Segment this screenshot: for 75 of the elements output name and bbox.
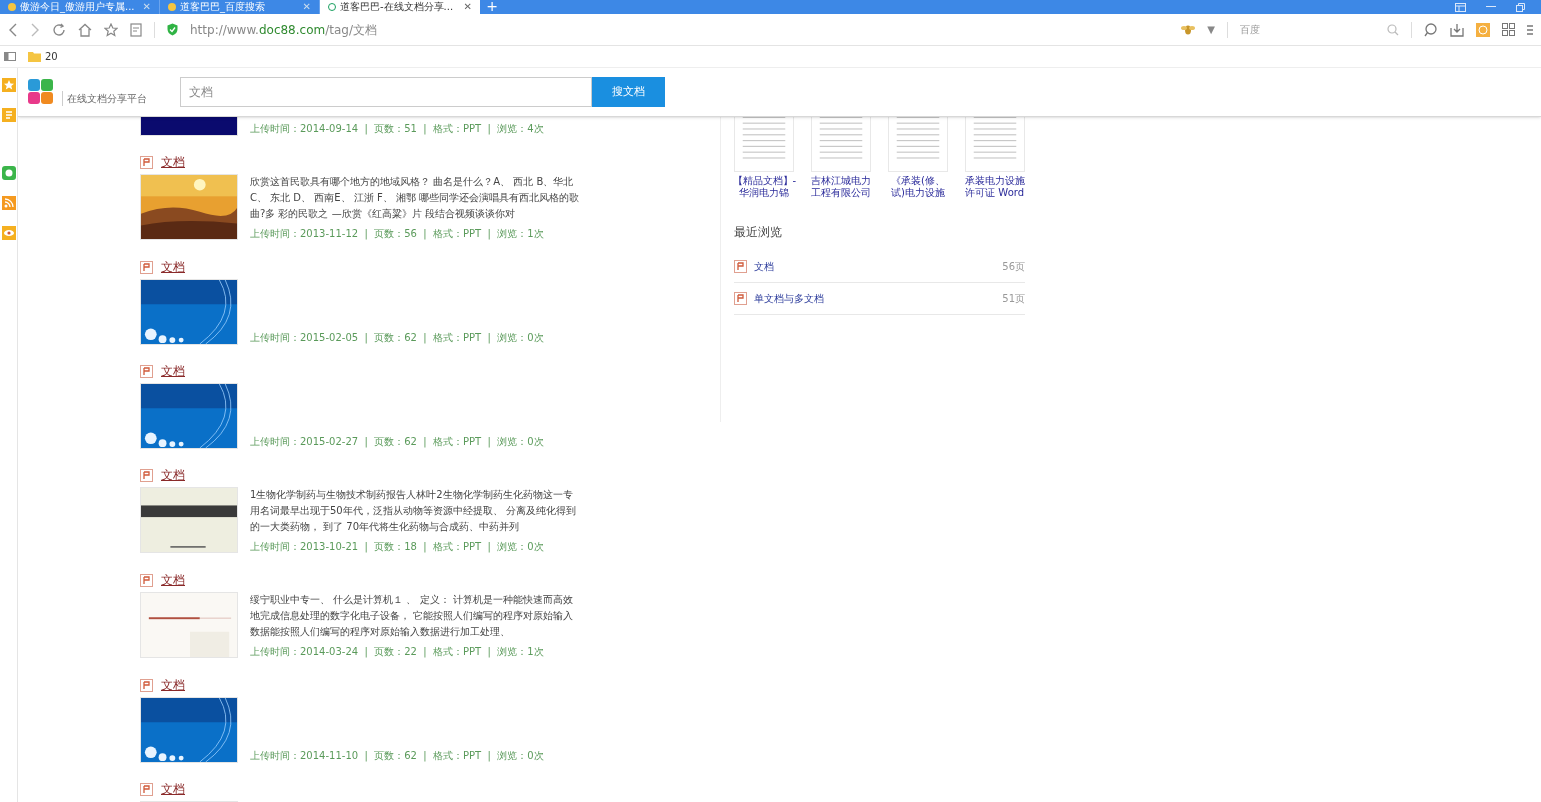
result-meta: 上传时间：2014-11-10 | 页数：62 | 格式：PPT | 浏览：0次	[250, 749, 545, 763]
page-count: 51页	[1002, 292, 1025, 306]
minimize-icon[interactable]	[1486, 6, 1496, 8]
document-icon	[140, 678, 153, 692]
menu-icon[interactable]	[1527, 23, 1533, 36]
back-icon[interactable]	[8, 22, 18, 37]
document-icon	[140, 468, 153, 482]
document-icon	[140, 364, 153, 378]
star-icon[interactable]	[1, 78, 16, 92]
caret-icon[interactable]: ▼	[1207, 22, 1215, 37]
result-description: 绥宁职业中专一、 什么是计算机１ 、 定义： 计算机是一种能快速而高效地完成信息处理的数字化电子设备， 它能按照人们编写的程序对原始输入数据能按照人们编写的程序对原始输入数据进行加工处理、	[250, 593, 575, 639]
search-icon[interactable]	[1387, 23, 1399, 36]
related-doc-title[interactable]: 【精品文档】-华润电力锦	[732, 175, 797, 199]
notes-icon[interactable]	[1, 108, 16, 122]
chat-icon[interactable]	[1, 166, 16, 180]
result-description: 1生物化学制药与生物技术制药报告人林叶2生物化学制药生化药物这一专用名词最早出现于50年代，泛指从动物等资源中经提取、 分离及纯化得到的一大类药物， 到了 70年代将生化药物与合成药、中药并列	[250, 488, 577, 534]
search-history-icon[interactable]	[1424, 22, 1438, 37]
rss-icon[interactable]	[1, 196, 16, 210]
tab-favicon-icon	[8, 3, 16, 11]
result-meta: 上传时间：2015-02-05 | 页数：62 | 格式：PPT | 浏览：0次	[250, 331, 545, 345]
restore-icon[interactable]	[1516, 2, 1525, 12]
new-tab-button[interactable]: +	[480, 0, 504, 14]
related-doc-title[interactable]: 承装电力设施许可证 Word	[962, 175, 1027, 199]
bee-icon[interactable]	[1181, 23, 1196, 36]
extension-icon[interactable]	[1476, 22, 1490, 37]
result-title-link[interactable]: 文档	[161, 466, 185, 484]
browser-tab[interactable]: 傲游今日_傲游用户专属... ✕	[0, 0, 160, 14]
sidebar-toggle-icon[interactable]	[4, 52, 16, 61]
document-icon	[734, 292, 747, 305]
home-icon[interactable]	[78, 22, 92, 37]
logo-icon[interactable]	[28, 79, 54, 105]
document-icon	[140, 782, 153, 796]
window-layout-icon[interactable]	[1455, 2, 1466, 12]
result-meta: 上传时间：2014-09-14 | 页数：51 | 格式：PPT | 浏览：4次	[250, 122, 545, 136]
result-meta: 上传时间：2013-10-21 | 页数：18 | 格式：PPT | 浏览：0次	[250, 540, 545, 554]
section-heading: 最近浏览	[734, 224, 783, 241]
reader-icon[interactable]	[130, 22, 142, 37]
address-field[interactable]: http://www.doc88.com/tag/文档	[190, 20, 1170, 39]
search-field[interactable]: 文档	[180, 77, 592, 107]
result-title-link[interactable]: 文档	[161, 571, 185, 589]
download-icon[interactable]	[1450, 22, 1464, 37]
eye-icon[interactable]	[1, 226, 16, 240]
result-title-link[interactable]: 文档	[161, 362, 185, 380]
close-icon[interactable]: ✕	[463, 2, 472, 12]
tab-label: 道客巴巴_百度搜索	[180, 2, 265, 12]
recent-doc-link[interactable]: 文档	[754, 259, 996, 274]
forward-icon[interactable]	[30, 22, 40, 37]
reload-icon[interactable]	[52, 22, 66, 37]
tab-label: 傲游今日_傲游用户专属...	[20, 2, 135, 12]
shield-icon	[167, 23, 178, 36]
document-icon	[140, 155, 153, 169]
result-meta: 上传时间：2013-11-12 | 页数：56 | 格式：PPT | 浏览：1次	[250, 227, 545, 241]
logo-subtitle: 在线文档分享平台	[62, 90, 147, 106]
result-title-link[interactable]: 文档	[161, 258, 185, 276]
result-description: 欣赏这首民歌具有哪个地方的地域风格？ 曲名是什么？A、 西北 B、华北C、 东北 D、 西南E、 江浙 F、 湘鄂 哪些同学还会演唱具有西北风格的歌曲?多 彩的民歌之 —欣赏《红高粱》片 段结合视频谈谈你对	[250, 175, 580, 221]
result-title-link[interactable]: 文档	[161, 153, 185, 171]
document-icon	[140, 573, 153, 587]
result-meta: 上传时间：2015-02-27 | 页数：62 | 格式：PPT | 浏览：0次	[250, 435, 545, 449]
apps-grid-icon[interactable]	[1502, 23, 1515, 36]
related-doc-title[interactable]: 吉林江城电力工程有限公司	[809, 175, 874, 199]
browser-tab[interactable]: 道客巴巴-在线文档分享... ✕	[320, 0, 480, 14]
document-icon	[734, 260, 747, 273]
result-title-link[interactable]: 文档	[161, 676, 185, 694]
star-icon[interactable]	[104, 22, 118, 37]
folder-icon	[28, 51, 41, 62]
tab-favicon-icon	[168, 3, 176, 11]
page-count: 56页	[1002, 260, 1025, 274]
search-field[interactable]: 百度	[1240, 22, 1375, 37]
related-doc-title[interactable]: 《承装(修、试)电力设施	[885, 175, 950, 199]
bookmark-label[interactable]: 20	[45, 49, 58, 64]
document-icon	[140, 260, 153, 274]
result-title-link[interactable]: 文档	[161, 780, 185, 798]
result-meta: 上传时间：2014-03-24 | 页数：22 | 格式：PPT | 浏览：1次	[250, 645, 545, 659]
recent-doc-link[interactable]: 单文档与多文档	[754, 291, 996, 306]
tab-label: 道客巴巴-在线文档分享...	[340, 2, 454, 12]
